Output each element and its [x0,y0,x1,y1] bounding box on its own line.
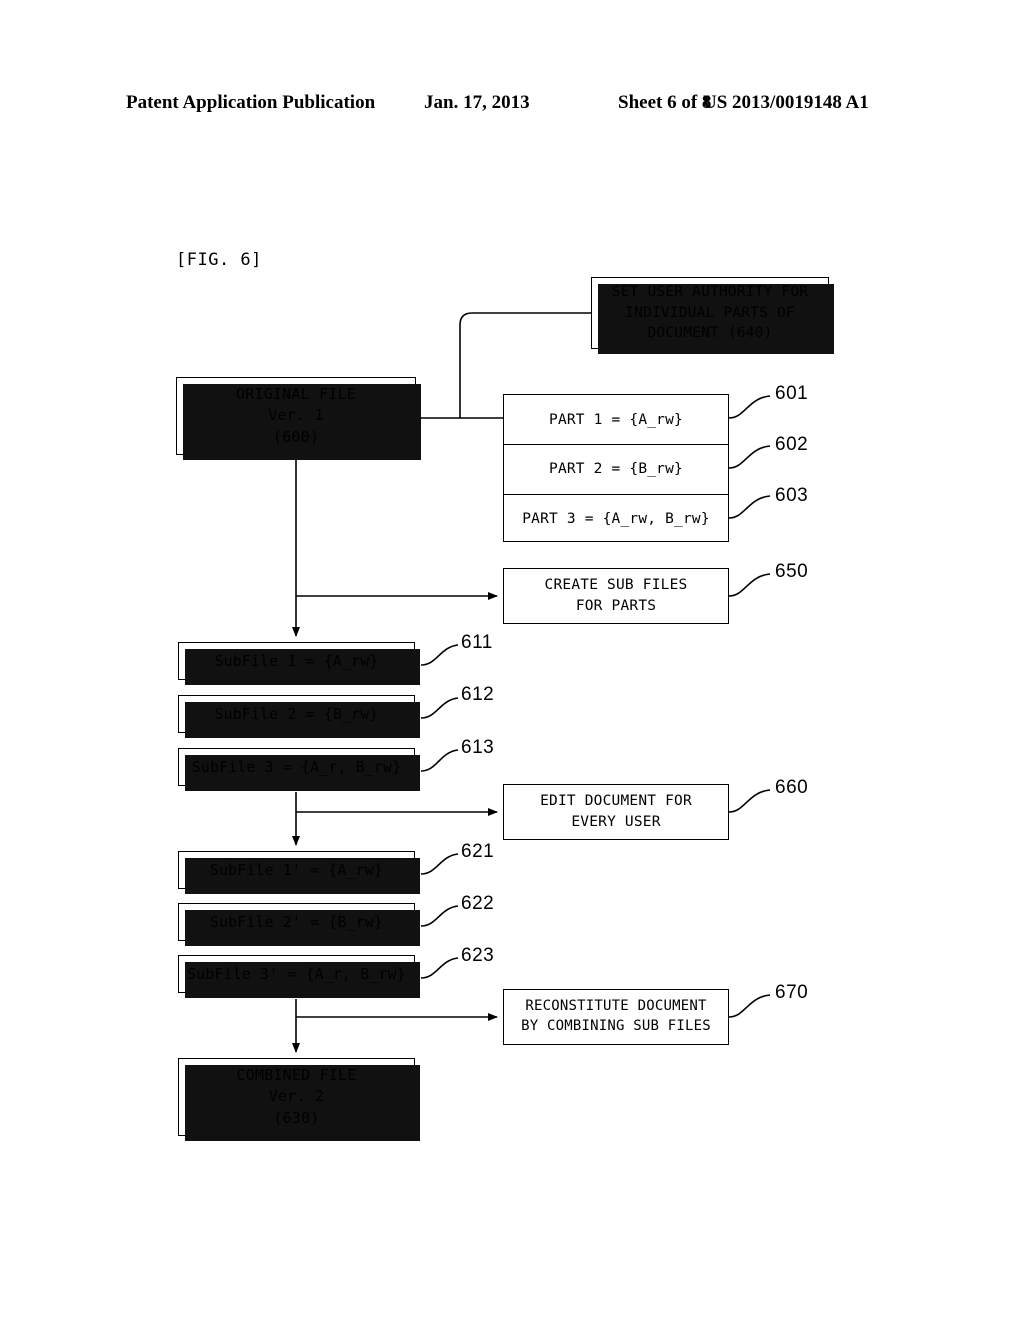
subfile-3-label: SubFile 3 = {A_r, B_rw} [191,758,402,776]
reference-numeral-601: 601 [775,383,809,404]
combined-file-line-3: (630) [273,1108,320,1127]
leader-660 [728,789,771,813]
subfile-2-prime-label: SubFile 2' = {B_rw} [209,913,384,931]
authority-line-1: SET USER AUTHORITY FOR [611,284,809,301]
reference-numeral-623: 623 [461,945,495,966]
leader-601 [728,395,771,419]
subfile-3-prime-box: SubFile 3' = {A_r, B_rw} [178,955,420,998]
subfile-1-label: SubFile 1 = {A_rw} [214,652,379,670]
leader-612 [420,697,459,719]
combined-file-line-2: Ver. 2 [268,1087,325,1106]
reference-numeral-613: 613 [461,737,495,758]
combined-file-box: COMBINED FILE Ver. 2 (630) [178,1058,420,1141]
leader-621 [420,853,459,875]
subfile-3-box: SubFile 3 = {A_r, B_rw} [178,748,420,791]
part-row: PART 1 = {A_rw} [504,395,728,444]
header-date: Jan. 17, 2013 [424,92,530,113]
leader-650 [728,573,771,597]
parts-group: PART 1 = {A_rw} PART 2 = {B_rw} PART 3 =… [503,394,729,542]
reconstitute-line-2: BY COMBINING SUB FILES [521,1018,711,1034]
original-file-line-1: ORIGINAL FILE [236,385,356,404]
page-header: Patent Application Publication Jan. 17, … [0,88,1024,118]
leader-613 [420,749,459,772]
header-sheet: Sheet 6 of 8 [618,92,712,113]
original-file-line-2: Ver. 1 [268,406,324,425]
leader-623 [420,957,459,979]
part-row: PART 3 = {A_rw, B_rw} [504,493,728,543]
subfile-3-prime-label: SubFile 3' = {A_r, B_rw} [187,965,406,983]
combined-file-line-1: COMBINED FILE [236,1066,357,1085]
leader-670 [728,994,771,1018]
edit-document-line-1: EDIT DOCUMENT FOR [540,793,692,810]
reference-numeral-670: 670 [775,982,809,1003]
edit-document-line-2: EVERY USER [571,814,661,830]
reconstitute-document-box: RECONSTITUTE DOCUMENT BY COMBINING SUB F… [503,989,729,1045]
create-sub-files-line-1: CREATE SUB FILES [544,577,688,594]
reference-numeral-602: 602 [775,434,809,455]
header-doc-number: US 2013/0019148 A1 [703,92,869,113]
authority-line-3: DOCUMENT (640) [647,325,773,342]
original-file-box: ORIGINAL FILE Ver. 1 (600) [176,377,421,460]
reference-numeral-622: 622 [461,893,495,914]
subfile-2-prime-box: SubFile 2' = {B_rw} [178,903,420,946]
subfile-1-prime-label: SubFile 1' = {A_rw} [209,861,384,879]
reference-numeral-650: 650 [775,561,809,582]
original-file-line-3: (600) [272,427,320,446]
header-publication: Patent Application Publication [126,92,376,113]
subfile-2-box: SubFile 2 = {B_rw} [178,695,420,738]
reference-numeral-603: 603 [775,485,809,506]
create-sub-files-box: CREATE SUB FILES FOR PARTS [503,568,729,624]
leader-603 [728,495,771,519]
edit-document-box: EDIT DOCUMENT FOR EVERY USER [503,784,729,840]
connector-lines [292,312,771,1053]
create-sub-files-line-2: FOR PARTS [575,598,657,614]
reference-numeral-660: 660 [775,777,809,798]
leader-611 [420,644,459,666]
leader-602 [728,445,771,469]
leader-622 [420,905,459,927]
authority-line-2: INDIVIDUAL PARTS OF [625,304,795,321]
reference-numeral-621: 621 [461,841,495,862]
figure-label: [FIG. 6] [176,250,262,270]
subfile-1-prime-box: SubFile 1' = {A_rw} [178,851,420,894]
reference-numeral-611: 611 [461,632,493,653]
part-3-label: PART 3 = {A_rw, B_rw} [522,510,710,527]
reference-numeral-612: 612 [461,684,495,705]
subfile-2-label: SubFile 2 = {B_rw} [214,705,379,723]
reconstitute-line-1: RECONSTITUTE DOCUMENT [525,998,707,1015]
part-row: PART 2 = {B_rw} [504,444,728,493]
set-user-authority-box: SET USER AUTHORITY FOR INDIVIDUAL PARTS … [591,277,834,354]
part-2-label: PART 2 = {B_rw} [549,461,683,478]
subfile-1-box: SubFile 1 = {A_rw} [178,642,420,685]
part-1-label: PART 1 = {A_rw} [549,411,683,428]
